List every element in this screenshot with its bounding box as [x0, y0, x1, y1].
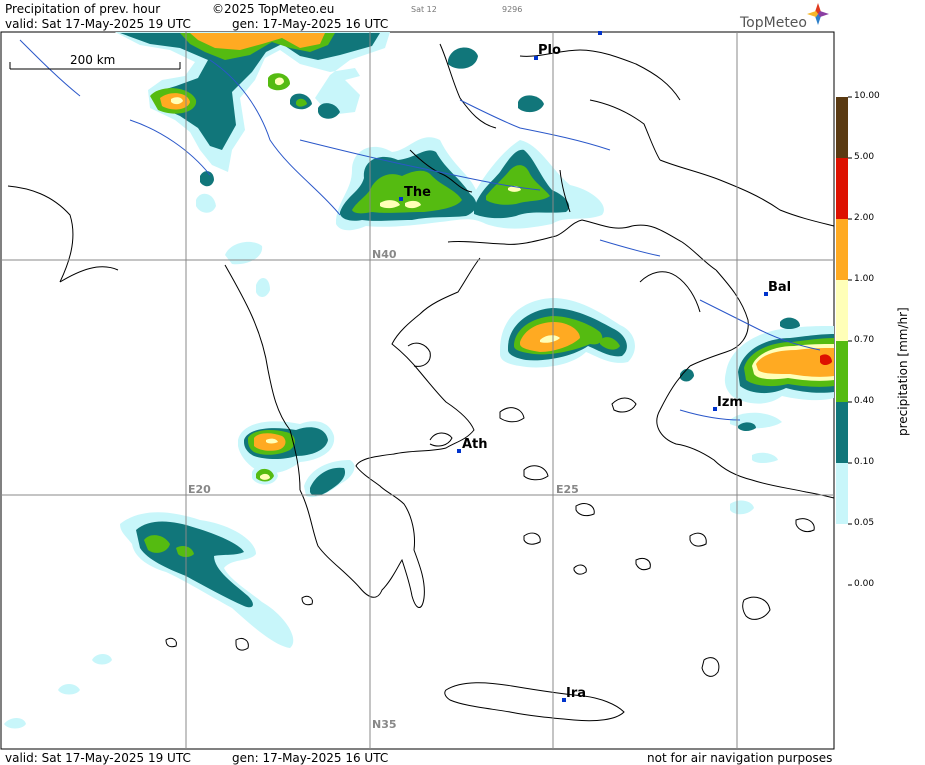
grid-label-e20: E20 — [188, 483, 211, 496]
city-label-ira: Ira — [566, 686, 586, 701]
scale-bar-label: 200 km — [70, 53, 115, 67]
grid-label-n35: N35 — [372, 718, 397, 731]
legend-title: precipitation [mm/hr] — [896, 307, 910, 436]
grid-label-e25: E25 — [556, 483, 579, 496]
grid-label-n40: N40 — [372, 248, 397, 261]
legend-tick-5: 5.00 — [854, 152, 875, 162]
city-marker-the — [399, 197, 403, 201]
legend-tick-1: 1.00 — [854, 274, 875, 284]
legend-tick-0-70: 0.70 — [854, 335, 875, 345]
legend-tick-2: 2.00 — [854, 213, 875, 223]
city-label-plo: Plo — [538, 43, 561, 58]
city-label-ath: Ath — [462, 437, 488, 452]
city-marker-ath — [457, 449, 461, 453]
legend-tick-10: 10.00 — [854, 91, 880, 101]
legend-tick-0-00: 0.00 — [854, 579, 875, 589]
legend-tick-0-40: 0.40 — [854, 396, 875, 406]
city-label-izm: Izm — [717, 395, 743, 410]
city-marker-edge — [598, 31, 602, 35]
city-label-the: The — [404, 185, 431, 200]
city-label-bal: Bal — [768, 280, 791, 295]
precipitation-legend-bar — [836, 96, 852, 586]
legend-tick-0-05: 0.05 — [854, 518, 875, 528]
legend-tick-0-10: 0.10 — [854, 457, 875, 467]
topmeteo-star-icon — [807, 3, 829, 25]
map-frame — [0, 31, 835, 750]
